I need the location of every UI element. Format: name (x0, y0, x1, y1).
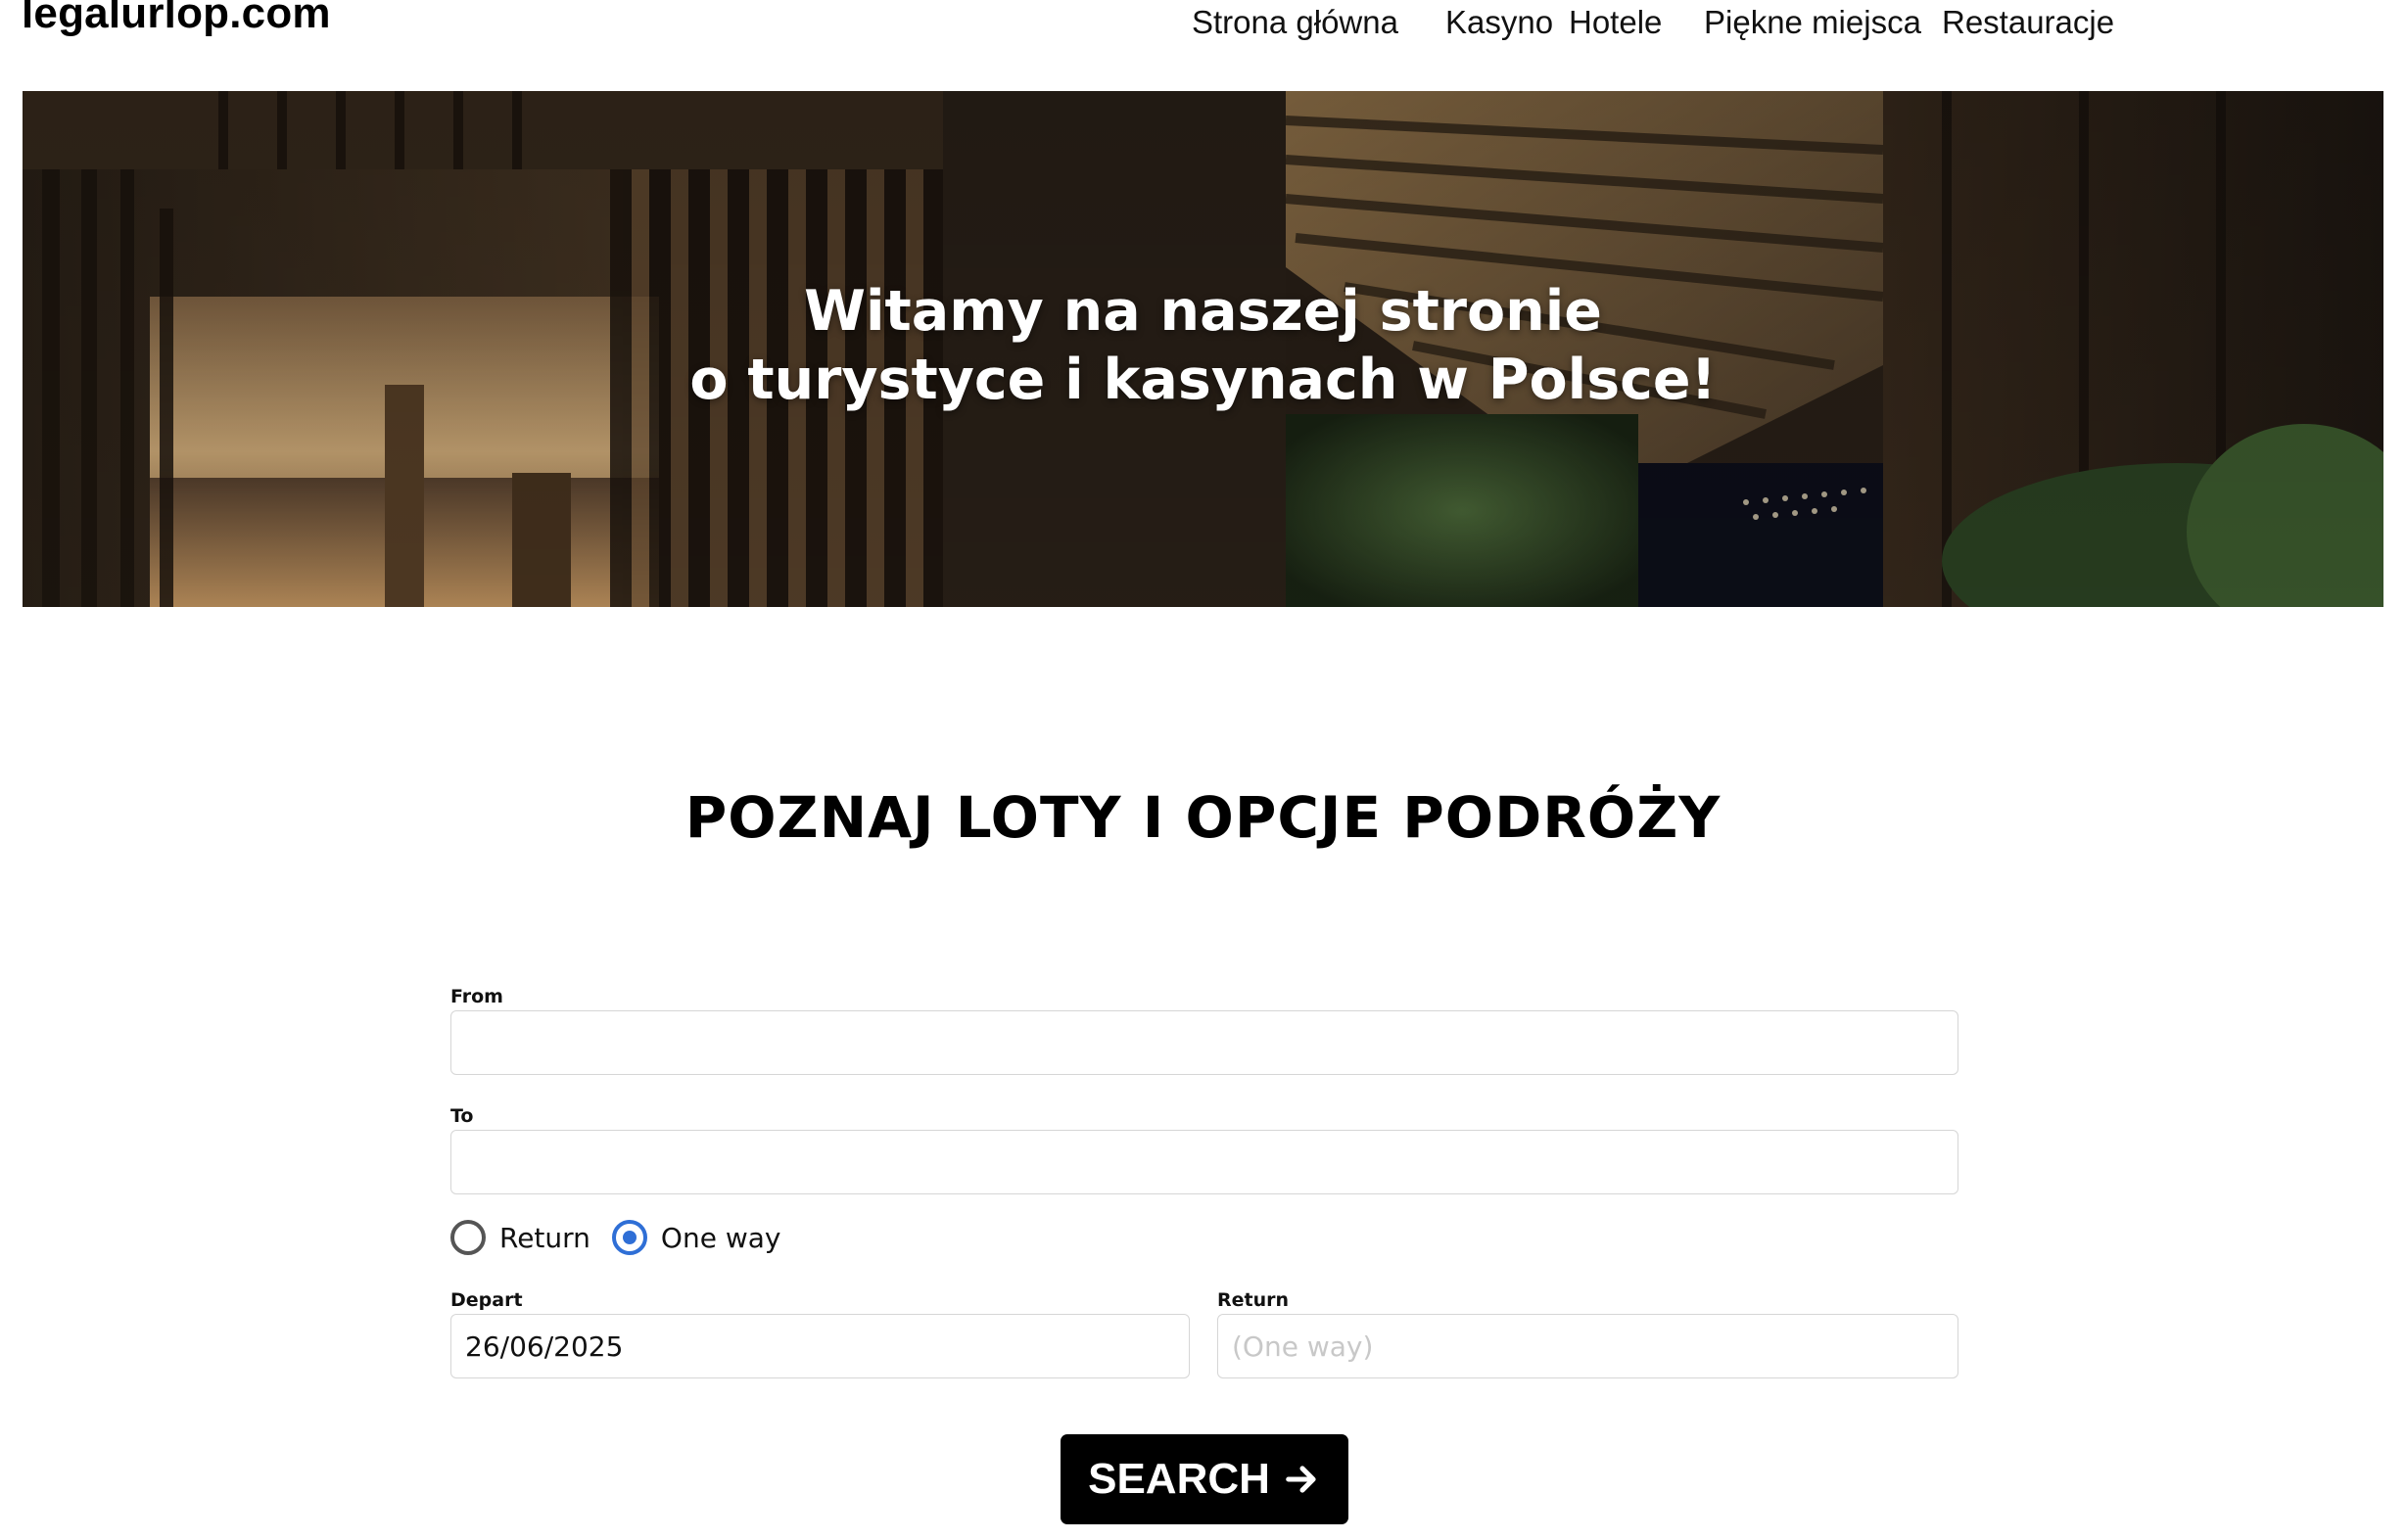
trip-type-radio-group: Return One way (450, 1218, 802, 1257)
section-title: POZNAJ LOTY I OPCJE PODRÓŻY (684, 784, 1722, 851)
site-logo[interactable]: legalurlop.com (22, 0, 331, 35)
hero-title-line-2: o turystyce i kasynach w Polsce! (689, 348, 1717, 412)
nav-item-beautiful-places[interactable]: Piękne miejsca (1704, 3, 1921, 42)
radio-one-way[interactable]: One way (611, 1220, 781, 1255)
depart-label: Depart (450, 1289, 523, 1311)
nav-item-restaurants[interactable]: Restauracje (1942, 3, 2114, 42)
radio-one-way-circle[interactable] (611, 1220, 647, 1255)
hero-banner: Witamy na naszej stronie o turystyce i k… (23, 91, 2383, 607)
return-date-input[interactable] (1217, 1314, 1958, 1378)
nav-item-casino[interactable]: Kasyno (1445, 3, 1553, 42)
hero-title-line-1: Witamy na naszej stronie (804, 279, 1602, 344)
site-header: legalurlop.com Strona główna Kasyno Hote… (0, 0, 2406, 91)
radio-return-circle[interactable] (450, 1220, 486, 1255)
radio-return[interactable]: Return (450, 1220, 590, 1255)
nav-item-home[interactable]: Strona główna (1192, 3, 1398, 42)
hero-title: Witamy na naszej stronie o turystyce i k… (23, 277, 2383, 414)
radio-one-way-label: One way (660, 1221, 781, 1254)
return-label: Return (1217, 1289, 1290, 1311)
search-button-label: SEARCH (1088, 1455, 1270, 1503)
arrow-right-icon (1286, 1466, 1316, 1493)
to-input[interactable] (450, 1130, 1958, 1194)
radio-return-label: Return (499, 1221, 590, 1254)
from-label: From (450, 986, 503, 1007)
to-label: To (450, 1105, 474, 1127)
from-input[interactable] (450, 1010, 1958, 1075)
search-button[interactable]: SEARCH (1061, 1434, 1348, 1524)
nav-item-hotels[interactable]: Hotele (1569, 3, 1662, 42)
depart-date-input[interactable] (450, 1314, 1190, 1378)
